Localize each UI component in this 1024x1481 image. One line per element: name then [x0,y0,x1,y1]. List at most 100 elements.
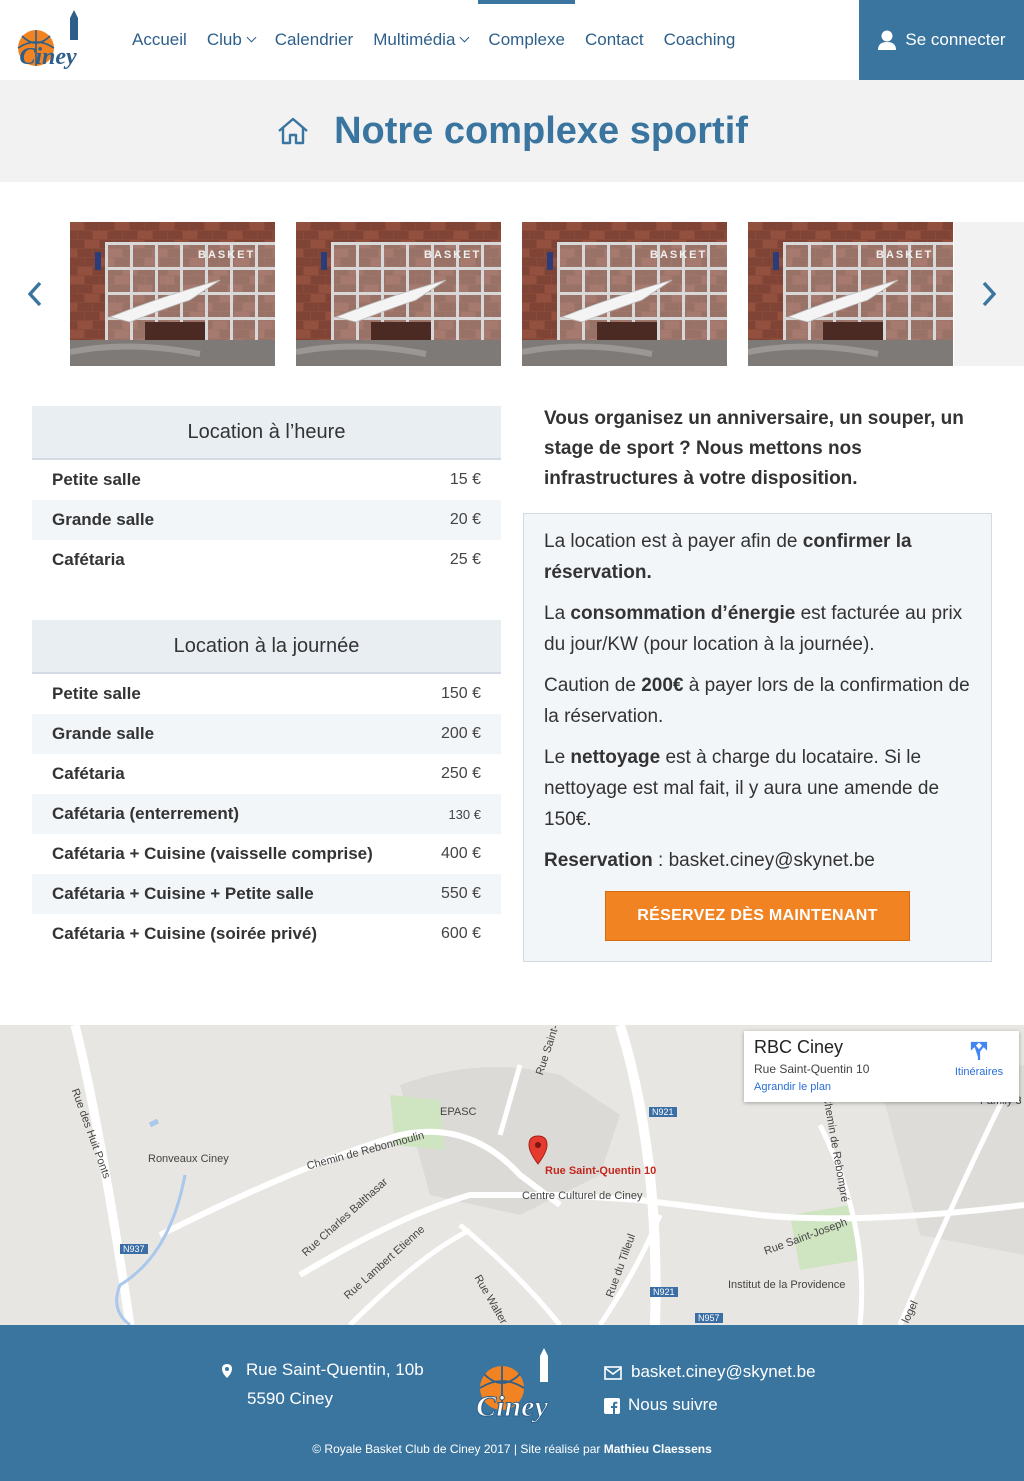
info-payment: La location est à payer afin de confirme… [544,526,971,588]
daily-price-table: Location à la journée Petite salle 150 € … [32,620,501,954]
info-text: Le [544,747,571,768]
map-label: EPASC [440,1106,477,1118]
row-name: Cafétaria + Cuisine (soirée privé) [52,924,318,943]
table-row: Cafétaria 250 € [32,754,501,794]
chevron-down-icon [459,32,470,43]
nav-accueil[interactable]: Accueil [122,0,197,80]
row-name: Cafétaria + Cuisine (vaisselle comprise) [52,844,373,863]
chevron-down-icon [246,32,257,43]
table-row: Grande salle 20 € [32,500,501,540]
nav-label: Complexe [488,30,565,49]
site-header: Ciney Accueil Club Calendrier Multimédia… [0,0,1024,80]
enlarge-map-link[interactable]: Agrandir le plan [754,1081,831,1093]
map-card-title: RBC Ciney [754,1037,844,1057]
map-label: Institut de la Providence [728,1279,846,1291]
map-info-card: RBC Ciney Rue Saint-Quentin 10 Agrandir … [744,1031,1019,1102]
info-reservation: Reservation : basket.ciney@skynet.be [544,845,971,876]
directions-label: Itinéraires [954,1066,1004,1078]
info-strong: 200€ [641,675,684,696]
footer-address-line1: Rue Saint-Quentin, 10b [246,1360,424,1379]
footer-copyright: © Royale Basket Club de Ciney 2017 | Sit… [0,1442,1024,1456]
footer-email-link[interactable]: basket.ciney@skynet.be [631,1362,816,1382]
directions-button[interactable]: Itinéraires [944,1041,1014,1078]
row-price: 250 € [440,765,481,782]
table-row: Cafétaria + Cuisine (soirée privé) 600 € [32,914,501,954]
login-label: Se connecter [905,30,1006,49]
gym-facade-image: BASKET [748,222,953,366]
road-badge: N937 [120,1244,148,1254]
carousel-slide[interactable]: BASKET [296,222,501,366]
facebook-icon [604,1398,620,1414]
row-price: 20 € [449,511,481,528]
slide-sign-text: BASKET [650,249,707,261]
info-strong: Reservation [544,850,653,871]
nav-label: Multimédia [373,30,456,49]
carousel-slide[interactable]: BASKET [70,222,275,366]
row-price: 15 € [449,471,481,488]
row-name: Cafétaria [52,550,125,569]
road-badge: N921 [649,1107,677,1117]
table-row: Petite salle 15 € [32,460,501,500]
nav-multimedia[interactable]: Multimédia [363,0,478,80]
login-button[interactable]: Se connecter [859,0,1024,80]
location-marker-icon [222,1364,232,1378]
row-name: Grande salle [52,510,155,529]
nav-label: Accueil [132,30,187,49]
map-pin-icon[interactable] [528,1135,548,1165]
gym-facade-image: BASKET [522,222,727,366]
info-text: La [544,603,571,624]
row-price: 550 € [440,885,481,902]
table-row: Cafétaria 25 € [32,540,501,580]
road-badge: N921 [650,1287,678,1297]
row-name: Cafétaria [52,764,125,783]
club-logo[interactable]: Ciney [8,6,88,74]
info-text: : basket.ciney@skynet.be [652,850,875,871]
table-heading: Location à la journée [32,620,501,674]
carousel-slide[interactable]: BASKET [522,222,727,366]
logo-text: Ciney [19,44,77,70]
nav-complexe[interactable]: Complexe [478,0,575,80]
nav-club[interactable]: Club [197,0,265,80]
nav-calendrier[interactable]: Calendrier [265,0,363,80]
nav-contact[interactable]: Contact [575,0,654,80]
user-icon [878,30,897,50]
road-badge: N957 [695,1313,723,1323]
nav-coaching[interactable]: Coaching [654,0,746,80]
nav-label: Club [206,30,242,49]
row-price: 150 € [440,685,481,702]
main-nav: Accueil Club Calendrier Multimédia Compl… [122,0,745,80]
chevron-right-icon [982,281,997,307]
table-row: Cafétaria + Cuisine + Petite salle 550 € [32,874,501,914]
directions-icon [970,1041,988,1060]
slide-sign-text: BASKET [198,249,255,261]
footer-follow-link[interactable]: Nous suivre [628,1395,718,1415]
intro-text: Vous organisez un anniversaire, un soupe… [544,408,964,489]
slide-sign-text: BASKET [876,249,933,261]
nav-label: Coaching [663,30,736,49]
row-name: Petite salle [52,684,141,703]
info-strong: nettoyage [570,747,661,768]
row-name: Cafétaria (enterrement) [52,804,240,823]
info-text: La location est à payer afin de [544,531,803,552]
row-name: Cafétaria + Cuisine + Petite salle [52,884,314,903]
author-link[interactable]: Mathieu Claessens [604,1442,712,1456]
row-name: Grande salle [52,724,155,743]
slide-sign-text: BASKET [424,249,481,261]
envelope-icon [604,1366,622,1380]
table-row: Grande salle 200 € [32,714,501,754]
nav-label: Contact [584,30,644,49]
carousel-prev-button[interactable] [0,222,70,366]
row-price: 600 € [440,925,481,942]
footer-logo-text: Ciney [476,1390,548,1423]
table-row: Petite salle 150 € [32,674,501,714]
gym-facade-image: BASKET [296,222,501,366]
footer-address-line2: 5590 Ciney [247,1389,334,1408]
carousel-slide[interactable]: BASKET [748,222,953,366]
info-text: Caution de [544,675,642,696]
reserve-now-button[interactable]: RÉSERVEZ DÈS MAINTENANT [605,891,910,941]
row-name: Petite salle [52,470,141,489]
row-price: 400 € [440,845,481,862]
info-cleaning: Le nettoyage est à charge du locataire. … [544,742,971,835]
carousel-next-button[interactable] [954,222,1024,366]
footer-club-logo[interactable]: Ciney [462,1344,562,1426]
